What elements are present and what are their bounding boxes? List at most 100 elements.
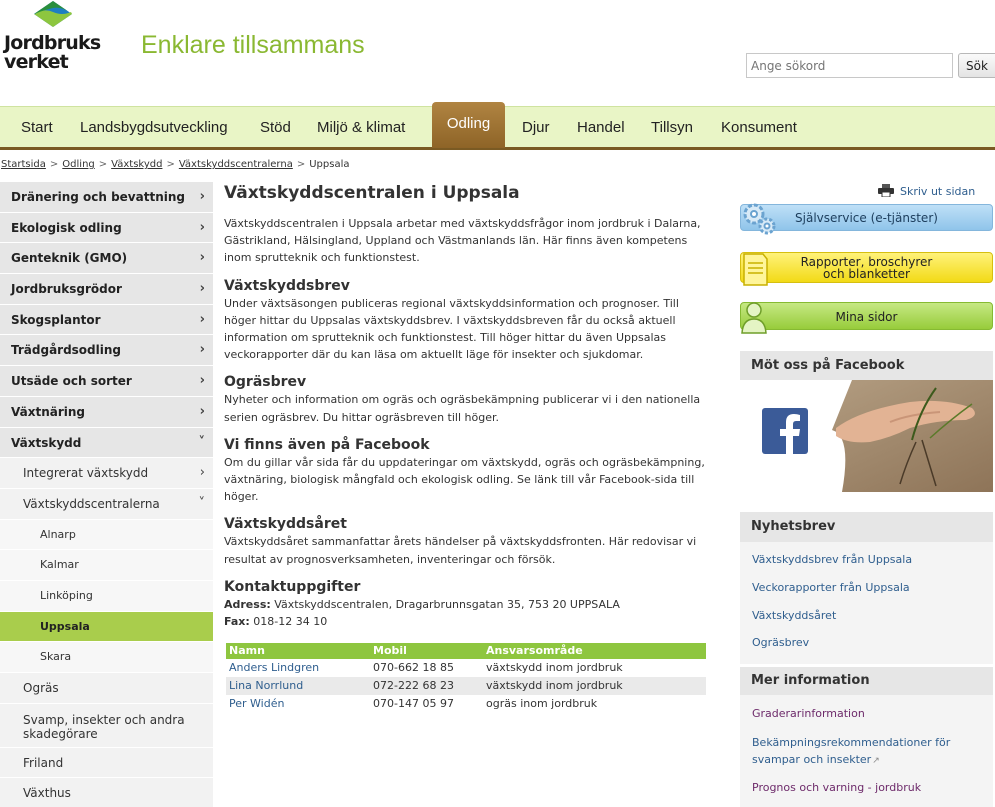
more-info-link-external[interactable]: Bekämpningsrekommendationer för svampar … [740,734,970,770]
search-input[interactable] [746,53,953,78]
sidebar-item-label: Kalmar [40,558,79,572]
table-header: Mobil [370,642,483,659]
breadcrumb-separator: > [49,159,59,170]
facebook-icon [762,408,808,454]
sidebar-item-skara[interactable]: Skara [0,642,213,673]
newsletter-link[interactable]: Veckorapporter från Uppsala [740,581,993,594]
table-cell: 072-222 68 23 [370,676,483,695]
sidebar-item-utsade[interactable]: Utsäde och sorter › [0,366,213,397]
chevron-down-icon: ˅ [198,495,206,511]
more-info-link[interactable]: Prognos och varning - jordbruk [740,781,993,794]
nav-miljo-klimat[interactable]: Miljö & klimat [317,107,405,148]
sidebar-item-jordbruksgrodor[interactable]: Jordbruksgrödor › [0,274,213,305]
section-heading: Växtskyddsåret [224,516,347,533]
table-cell: ogräs inom jordbruk [486,697,598,711]
nav-start[interactable]: Start [21,107,53,148]
breadcrumb: Startsida > Odling > Växtskydd > Växtskyddscen… [1,159,349,170]
reports-button[interactable]: Rapporter, broschyrer och blanketter [740,252,993,286]
sidebar-item-skogsplantor[interactable]: Skogsplantor › [0,304,213,336]
sidebar-item-label: Växtnäring [11,404,86,419]
table-cell: växtskydd inom jordbruk [483,676,706,695]
nav-handel[interactable]: Handel [577,107,625,148]
nav-djur[interactable]: Djur [522,107,550,148]
sidebar-item-label: Ekologisk odling [11,220,122,235]
chevron-right-icon: › [199,219,205,235]
sidebar-item-label: Utsäde och sorter [11,374,132,389]
sidebar-item-alnarp[interactable]: Alnarp [0,519,213,551]
breadcrumb-startsida[interactable]: Startsida [1,159,46,170]
newsletter-link[interactable]: Växtskyddsbrev från Uppsala [740,553,993,566]
contact-address: Adress: Växtskyddscentralen, Dragarbrunn… [224,596,706,613]
section-text: Om du gillar vår sida får du uppdatering… [224,455,705,504]
sidebar-item-label: Växtskydd [11,435,82,450]
newsletter-link[interactable]: Växtskyddsåret [740,609,993,622]
newsletter-link[interactable]: Ogräsbrev [740,636,993,649]
sidebar-item-label: Linköping [40,588,93,602]
section-heading: Ogräsbrev [224,374,307,391]
search-button[interactable]: Sök [958,53,995,78]
contact-name-link[interactable]: Per Widén [226,695,370,713]
sidebar-item-vaxtskyddscentralerna[interactable]: Växtskyddscentralerna ˅ [0,488,213,520]
nav-konsument[interactable]: Konsument [721,107,797,148]
nav-stod[interactable]: Stöd [260,107,291,148]
sidebar-item-integrerat-vaxtskydd[interactable]: Integrerat växtskydd › [0,458,213,489]
chevron-right-icon: › [199,342,205,358]
sidebar-item-friland[interactable]: Friland [0,747,213,779]
breadcrumb-separator: > [296,159,306,170]
facebook-banner[interactable] [740,380,993,492]
gears-icon [743,203,776,235]
table-cell: växtskydd inom jordbruk [486,661,623,675]
sidebar-item-ekologisk-odling[interactable]: Ekologisk odling › [0,212,213,244]
breadcrumb-separator: > [98,159,108,170]
table-row: Per Widén 070-147 05 97 ogräs inom jordb… [226,695,706,713]
sidebar-item-label: Växtskyddscentralerna [23,496,160,511]
sidebar-item-label: Skara [40,650,72,664]
table-row: Lina Norrlund 072-222 68 23 växtskydd in… [226,676,706,695]
contact-heading: Kontaktuppgifter [224,578,361,595]
logo-text: Jordbruks verket [4,34,101,72]
sidebar-item-vaxtnaring[interactable]: Växtnäring › [0,396,213,428]
sidebar-item-label: Integrerat växtskydd [23,466,149,481]
sidebar-item-ogras[interactable]: Ogräs [0,673,213,704]
sidebar-item-vaxthus[interactable]: Växthus [0,778,213,807]
breadcrumb-vaxtskydd[interactable]: Växtskydd [111,159,162,170]
sidebar-item-label: Alnarp [40,527,76,541]
main-nav: Start Landsbygdsutveckling Stöd Miljö & … [0,102,995,150]
print-page-link[interactable]: Skriv ut sidan [878,184,975,198]
sidebar-item-dranering[interactable]: Dränering och bevattning › [0,182,213,213]
breadcrumb-odling[interactable]: Odling [62,159,94,170]
chevron-right-icon: › [199,250,205,266]
sidebar-item-linkoping[interactable]: Linköping [0,580,213,612]
table-cell: 070-662 18 85 [373,661,454,675]
sidebar-item-genteknik[interactable]: Genteknik (GMO) › [0,243,213,275]
my-pages-button[interactable]: Mina sidor [740,302,993,334]
sidebar-item-label: Dränering och bevattning [11,190,185,204]
chevron-down-icon: ˅ [198,434,206,450]
sidebar-item-label: Svamp, insekter och andra skadegörare [23,712,185,741]
nav-landsbygdsutveckling[interactable]: Landsbygdsutveckling [80,107,228,148]
sidebar-item-kalmar[interactable]: Kalmar [0,550,213,581]
self-service-button[interactable]: Självservice (e-tjänster) [740,203,993,235]
chevron-right-icon: › [199,373,205,389]
more-info-link[interactable]: Graderarinformation [740,707,993,720]
sidebar-item-svamp-insekter[interactable]: Svamp, insekter och andra skadegörare [0,703,213,748]
section-text: Nyheter och information om ogräs och ogr… [224,393,701,424]
nav-odling[interactable]: Odling [432,102,505,148]
contact-name-link[interactable]: Anders Lindgren [226,659,370,677]
user-icon [741,302,767,334]
sidebar-item-vaxtskydd[interactable]: Växtskydd ˅ [0,427,213,459]
sidebar-item-label: Ogräs [23,681,59,695]
reports-label-line2: och blanketter [823,267,910,281]
sidebar-item-tradgardsodling[interactable]: Trädgårdsodling › [0,335,213,367]
sidebar-item-label: Jordbruksgrödor [11,282,122,297]
breadcrumb-vaxtskyddscentralerna[interactable]: Växtskyddscentralerna [179,159,293,170]
site-logo[interactable]: Jordbruks verket [2,0,112,80]
address-label: Adress: [224,597,271,611]
nav-tillsyn[interactable]: Tillsyn [651,107,693,148]
more-info-link-label: Bekämpningsrekommendationer för svampar … [752,736,951,766]
contact-name-link[interactable]: Lina Norrlund [226,676,370,695]
print-label: Skriv ut sidan [900,185,976,198]
newsletter-panel: Nyhetsbrev Växtskyddsbrev från Uppsala V… [740,512,993,664]
sidebar-item-uppsala[interactable]: Uppsala [0,611,213,643]
sidebar-item-label: Trädgårdsodling [11,343,122,358]
